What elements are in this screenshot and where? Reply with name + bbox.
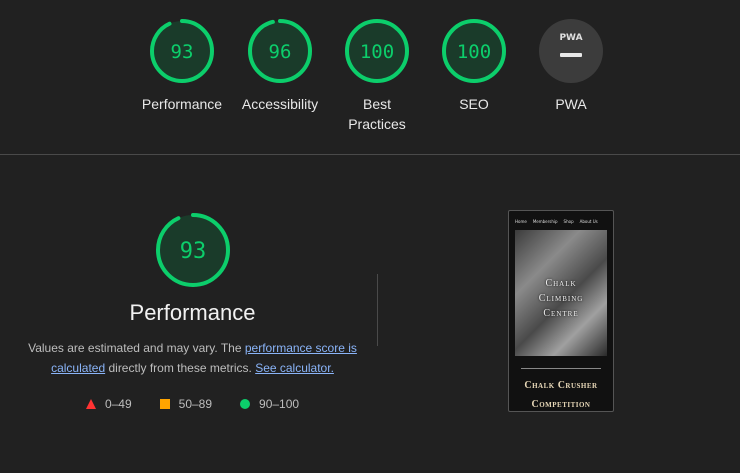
thumbnail-rule	[521, 368, 601, 369]
score-legend: 0–49 50–89 90–100	[20, 397, 365, 411]
accessibility-label: Accessibility	[241, 96, 319, 112]
gauge-seo[interactable]: 100 SEO	[426, 18, 522, 114]
hero-line: Climbing	[538, 293, 584, 304]
legend-average: 50–89	[159, 397, 213, 411]
performance-label: Performance	[141, 96, 223, 112]
performance-big-score-ring: 93	[155, 213, 230, 287]
see-calculator-link[interactable]: See calculator.	[255, 361, 334, 375]
fail-triangle-icon	[85, 399, 96, 409]
gauge-best-practices[interactable]: 100 Best Practices	[329, 18, 425, 134]
gauge-pwa[interactable]: PWA PWA	[523, 18, 619, 114]
seo-label: SEO	[459, 96, 489, 112]
competition-line: Chalk Crusher	[524, 380, 598, 391]
accessibility-score-value: 96	[269, 41, 292, 63]
seo-score-ring: 100	[442, 19, 506, 83]
performance-description: Values are estimated and may vary. The p…	[20, 338, 365, 378]
thumbnail-nav-item: Shop	[563, 219, 574, 224]
section-divider	[0, 154, 740, 155]
pass-circle-icon	[240, 399, 251, 409]
final-screenshot-thumbnail[interactable]: Home Membership Shop About Us Chalk Clim…	[508, 210, 614, 412]
hero-line: Chalk	[545, 278, 577, 289]
pwa-badge-text: PWA	[559, 33, 582, 43]
performance-title: Performance	[129, 300, 256, 325]
legend-pass-range: 90–100	[259, 397, 300, 411]
thumbnail-nav-item: Membership	[532, 219, 558, 224]
thumbnail-hero-title: Chalk Climbing Centre	[515, 276, 607, 321]
performance-score-value: 93	[171, 41, 194, 63]
thumbnail-nav: Home Membership Shop About Us	[515, 219, 607, 224]
average-square-icon	[159, 399, 170, 409]
best-practices-score-ring: 100	[345, 19, 409, 83]
pwa-badge-icon: PWA	[539, 19, 603, 83]
vertical-separator	[377, 274, 378, 346]
desc-middle: directly from these metrics.	[105, 361, 256, 375]
legend-pass: 90–100	[240, 397, 299, 411]
pwa-dash-icon	[560, 53, 582, 57]
gauge-performance[interactable]: 93 Performance	[134, 18, 230, 114]
gauge-accessibility[interactable]: 96 Accessibility	[232, 18, 328, 114]
best-practices-score-value: 100	[360, 41, 394, 63]
pwa-label: PWA	[555, 96, 587, 112]
category-gauges: 93 Performance 96 Accessibility 100 Best…	[0, 0, 740, 155]
legend-fail-range: 0–49	[104, 397, 132, 411]
accessibility-score-ring: 96	[248, 19, 312, 83]
hero-line: Centre	[543, 308, 579, 319]
performance-summary: 93 Performance Values are estimated and …	[20, 212, 365, 411]
legend-fail: 0–49	[85, 397, 132, 411]
legend-average-range: 50–89	[178, 397, 213, 411]
thumbnail-nav-item: Home	[515, 219, 527, 224]
thumbnail-nav-item: About Us	[579, 219, 598, 224]
performance-big-score-value: 93	[179, 239, 206, 264]
seo-score-value: 100	[457, 41, 491, 63]
desc-prefix: Values are estimated and may vary. The	[28, 341, 245, 355]
thumbnail-hero-image: Chalk Climbing Centre	[515, 230, 607, 356]
best-practices-label: Best Practices	[348, 96, 406, 132]
performance-score-ring: 93	[150, 19, 214, 83]
competition-line: Competition	[531, 399, 591, 410]
thumbnail-competition-title: Chalk Crusher Competition	[509, 376, 613, 411]
